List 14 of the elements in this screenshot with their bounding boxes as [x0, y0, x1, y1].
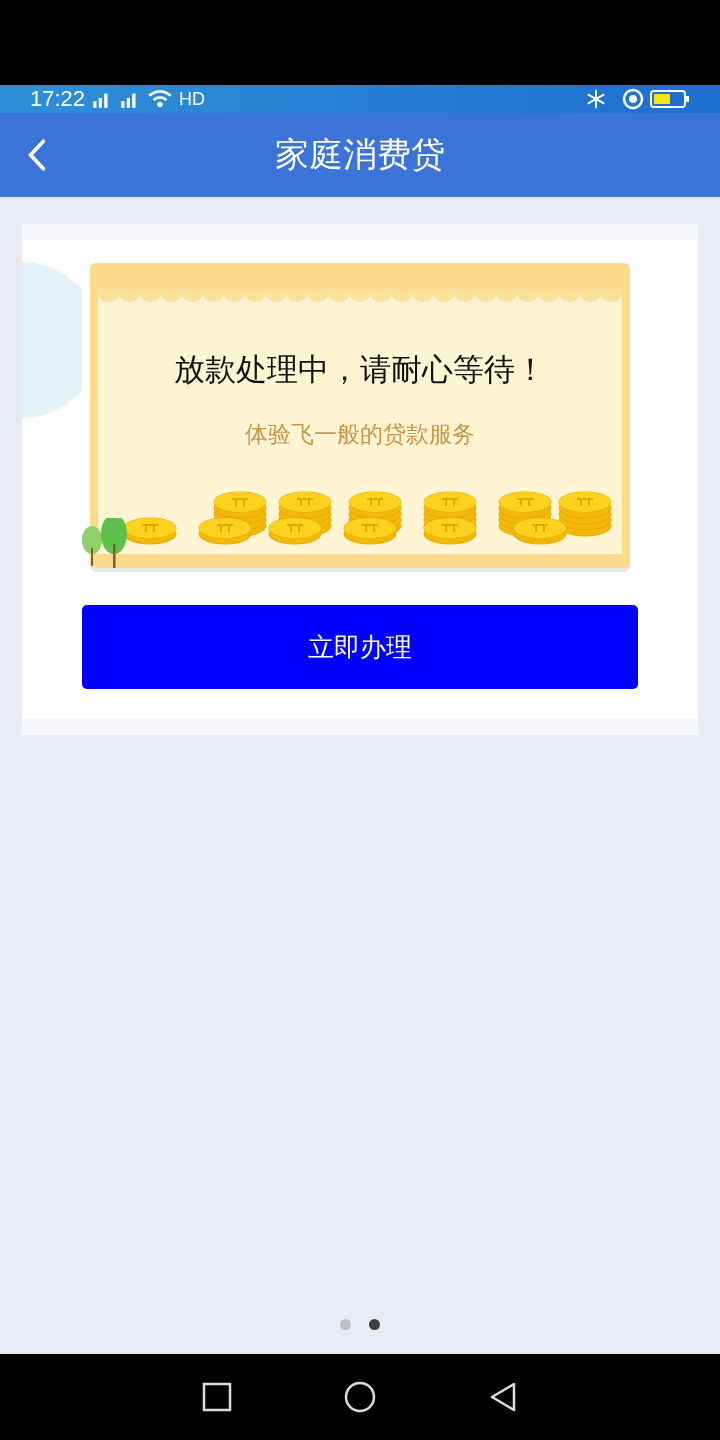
trees-drawing [80, 518, 130, 568]
banner-headline: 放款处理中，请耐心等待！ [174, 350, 546, 389]
page-dot[interactable] [340, 1319, 351, 1330]
network-label: HD [179, 90, 206, 108]
page-title: 家庭消费贷 [275, 133, 445, 176]
wifi-icon [147, 89, 174, 109]
apply-button[interactable]: 立即办理 [82, 605, 638, 689]
page-dot[interactable] [369, 1319, 380, 1330]
banner-subtitle: 体验飞一般的贷款服务 [245, 420, 475, 449]
status-time: 17:22 [30, 88, 86, 110]
circle-icon [622, 88, 644, 110]
battery-icon [650, 88, 690, 110]
home-icon[interactable] [344, 1381, 376, 1413]
square-icon[interactable] [200, 1381, 233, 1413]
